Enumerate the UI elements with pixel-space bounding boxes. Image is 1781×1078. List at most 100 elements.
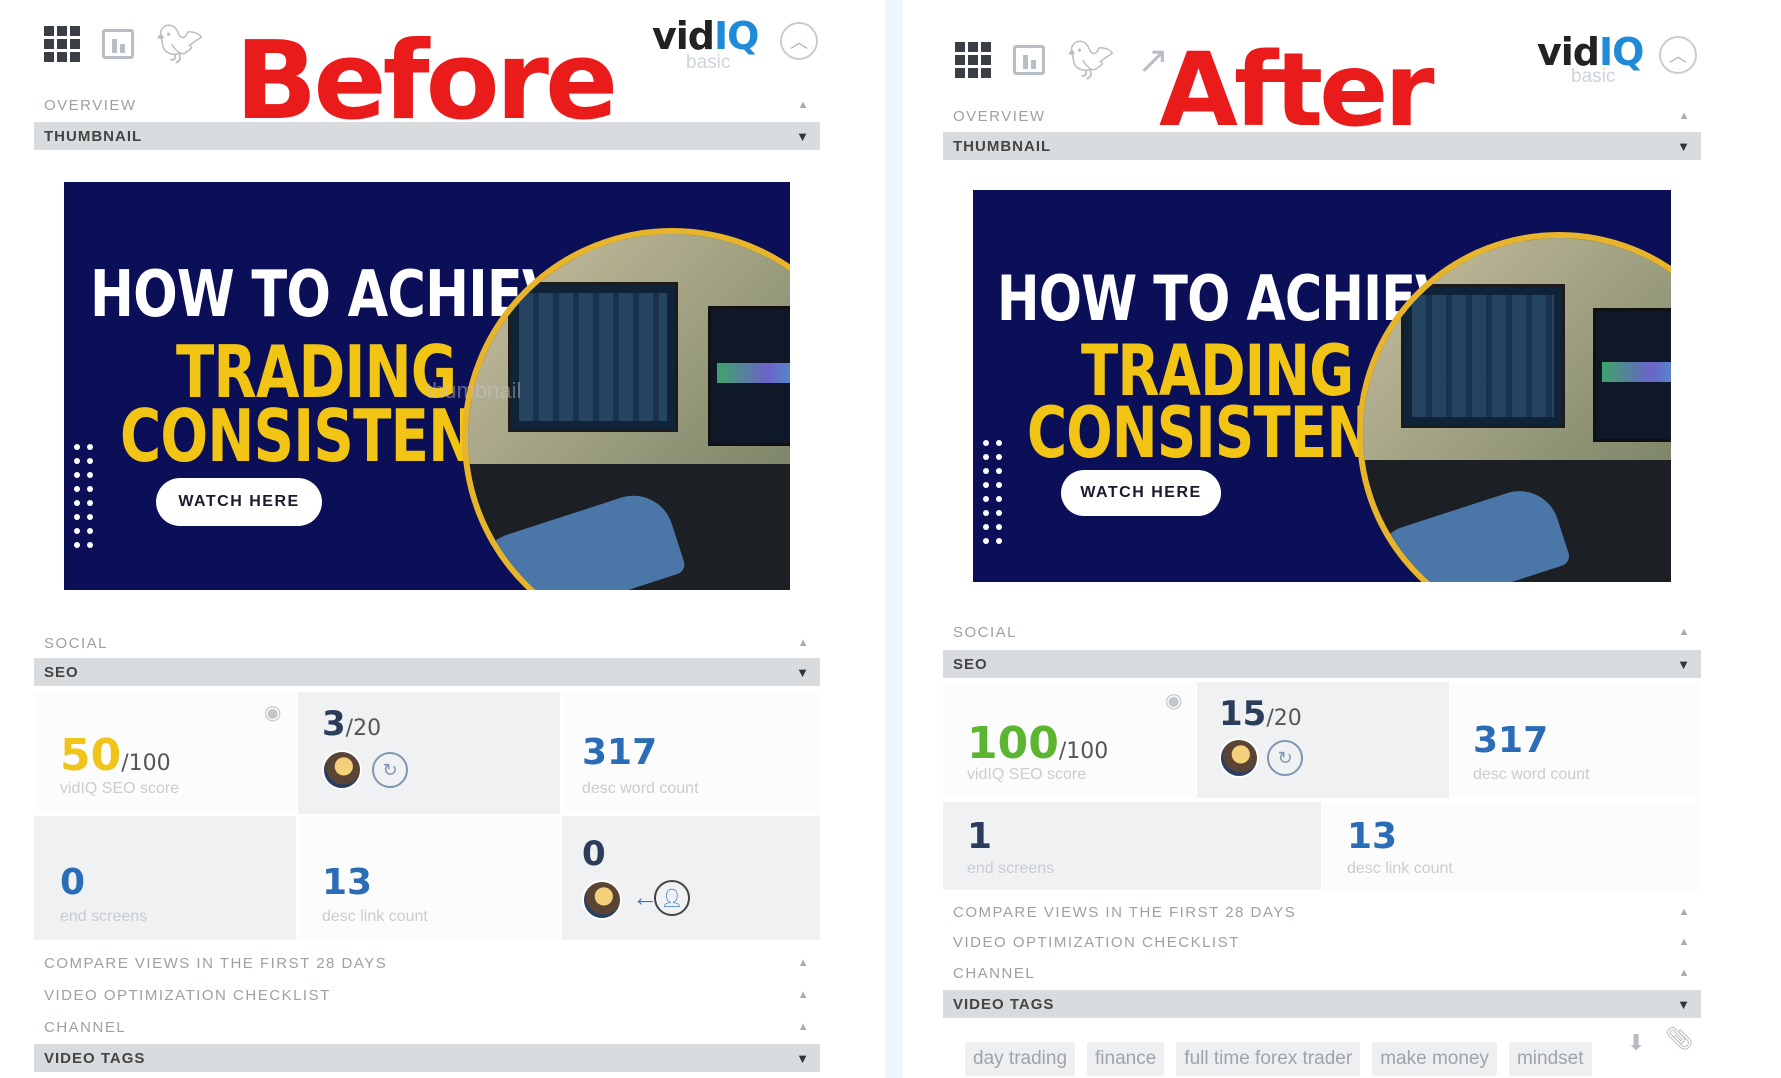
end-screens-card: 1 end screens — [943, 802, 1321, 890]
download-icon[interactable]: ⬇ — [1627, 1030, 1645, 1056]
desc-word-value: 317 — [1473, 720, 1549, 761]
section-label: COMPARE VIEWS IN THE FIRST 28 DAYS — [953, 903, 1297, 921]
video-tag[interactable]: make money — [1372, 1042, 1497, 1076]
after-label: After — [1159, 31, 1435, 150]
caret-up-icon: ▲ — [1678, 626, 1691, 638]
cards-card: 0 ← 👤︎ — [562, 816, 820, 940]
refresh-icon[interactable]: ↻ — [372, 752, 408, 788]
section-seo[interactable]: SEO ▼ — [943, 650, 1701, 678]
seo-score-caption: vidIQ SEO score — [967, 766, 1087, 783]
section-compare-views[interactable]: COMPARE VIEWS IN THE FIRST 28 DAYS ▲ — [34, 952, 820, 974]
seo-score-card: ◉ 50/100 vidIQ SEO score — [34, 692, 296, 814]
caret-down-icon: ▼ — [796, 664, 810, 680]
section-overview[interactable]: OVERVIEW ▲ — [943, 106, 1701, 126]
refresh-icon[interactable]: ↻ — [1267, 740, 1303, 776]
tags-card: 15/20 ↻ — [1197, 682, 1449, 798]
section-label: VIDEO TAGS — [44, 1049, 146, 1067]
section-video-tags[interactable]: VIDEO TAGS ▼ — [943, 990, 1701, 1018]
tags-value: 15/20 — [1219, 694, 1302, 734]
video-tag[interactable]: full time forex trader — [1176, 1042, 1361, 1076]
desc-word-caption: desc word count — [582, 780, 699, 797]
section-thumbnail[interactable]: THUMBNAIL ▼ — [34, 122, 820, 150]
end-screens-caption: end screens — [967, 860, 1055, 877]
section-label: THUMBNAIL — [44, 127, 143, 145]
section-label: OVERVIEW — [953, 107, 1046, 125]
section-label: VIDEO OPTIMIZATION CHECKLIST — [953, 933, 1240, 951]
eye-icon[interactable]: ◉ — [264, 700, 281, 725]
section-label: SOCIAL — [953, 623, 1018, 641]
section-optimization-checklist[interactable]: VIDEO OPTIMIZATION CHECKLIST ▲ — [34, 984, 820, 1006]
paperclip-icon[interactable]: 📎︎ — [1665, 1026, 1693, 1052]
end-screens-value: 1 — [967, 816, 993, 857]
tags-denominator: /20 — [1266, 706, 1302, 731]
plan-label: basic — [686, 52, 731, 73]
video-tag[interactable]: day trading — [965, 1042, 1076, 1076]
caret-down-icon: ▼ — [1677, 656, 1691, 672]
video-tag[interactable]: finance — [1087, 1042, 1165, 1076]
eye-icon[interactable]: ◉ — [1165, 688, 1182, 713]
section-overview[interactable]: OVERVIEW ▲ — [34, 94, 820, 116]
tags-number: 3 — [322, 704, 346, 744]
add-user-icon[interactable]: 👤︎ — [654, 880, 690, 916]
apps-grid-icon[interactable] — [44, 26, 80, 62]
video-tags-list: day trading finance full time forex trad… — [965, 1042, 1592, 1076]
caret-up-icon: ▲ — [797, 989, 810, 1001]
end-screens-caption: end screens — [60, 908, 148, 925]
caret-down-icon: ▼ — [796, 1050, 810, 1066]
section-label: SEO — [44, 663, 79, 681]
caret-up-icon: ▲ — [1678, 110, 1691, 122]
apps-grid-icon[interactable] — [955, 42, 991, 78]
twitter-icon[interactable]: 🐦︎ — [156, 25, 204, 63]
section-label: SEO — [953, 655, 988, 673]
section-social[interactable]: SOCIAL ▲ — [34, 632, 820, 654]
caret-up-icon: ▲ — [797, 99, 810, 111]
desc-link-card: 13 desc link count — [298, 816, 560, 940]
avatar — [1219, 738, 1259, 778]
chevron-up-icon[interactable]: ︿ — [1659, 36, 1697, 74]
caret-down-icon: ▼ — [796, 128, 810, 144]
desc-link-card: 13 desc link count — [1323, 802, 1701, 890]
caret-down-icon: ▼ — [1677, 996, 1691, 1012]
watch-here-badge: WATCH HERE — [1061, 470, 1221, 516]
desc-word-card: 317 desc word count — [562, 692, 820, 814]
section-compare-views[interactable]: COMPARE VIEWS IN THE FIRST 28 DAYS ▲ — [943, 902, 1701, 922]
caret-up-icon: ▲ — [797, 957, 810, 969]
seo-score-value: 100/100 — [967, 718, 1108, 769]
section-channel[interactable]: CHANNEL ▲ — [34, 1016, 820, 1038]
cards-value: 0 — [582, 834, 606, 874]
score-denominator: /100 — [121, 751, 171, 776]
section-label: THUMBNAIL — [953, 137, 1052, 155]
section-thumbnail[interactable]: THUMBNAIL ▼ — [943, 132, 1701, 160]
caret-up-icon: ▲ — [1678, 906, 1691, 918]
avatar — [582, 880, 622, 920]
tags-value: 3/20 — [322, 704, 381, 744]
avatar — [322, 750, 362, 790]
section-video-tags[interactable]: VIDEO TAGS ▼ — [34, 1044, 820, 1072]
section-optimization-checklist[interactable]: VIDEO OPTIMIZATION CHECKLIST ▲ — [943, 932, 1701, 952]
desc-word-value: 317 — [582, 732, 658, 773]
tags-denominator: /20 — [345, 716, 382, 741]
desc-link-caption: desc link count — [322, 908, 428, 925]
section-seo[interactable]: SEO ▼ — [34, 658, 820, 686]
score-number: 50 — [60, 730, 122, 781]
decor-dots — [74, 444, 93, 548]
analytics-icon[interactable] — [102, 29, 134, 59]
before-label: Before — [235, 19, 618, 144]
section-label: SOCIAL — [44, 634, 109, 652]
caret-up-icon: ▲ — [797, 1021, 810, 1033]
section-label: VIDEO OPTIMIZATION CHECKLIST — [44, 986, 331, 1004]
watch-here-badge: WATCH HERE — [156, 478, 322, 526]
chevron-up-icon[interactable]: ︿ — [780, 22, 818, 60]
desc-link-value: 13 — [322, 862, 373, 903]
seo-score-value: 50/100 — [60, 730, 171, 781]
twitter-icon[interactable]: 🐦︎ — [1067, 41, 1115, 79]
section-social[interactable]: SOCIAL ▲ — [943, 622, 1701, 642]
toolbar: 🐦︎ ↗ — [955, 32, 1169, 88]
video-tag[interactable]: mindset — [1508, 1042, 1592, 1076]
desc-link-caption: desc link count — [1347, 860, 1453, 877]
thumbnail-photo — [462, 228, 790, 590]
video-thumbnail: HOW TO ACHIEVE TRADING CONSISTENCY WATCH… — [973, 190, 1671, 582]
section-channel[interactable]: CHANNEL ▲ — [943, 963, 1701, 983]
desc-link-value: 13 — [1347, 816, 1398, 857]
analytics-icon[interactable] — [1013, 45, 1045, 75]
